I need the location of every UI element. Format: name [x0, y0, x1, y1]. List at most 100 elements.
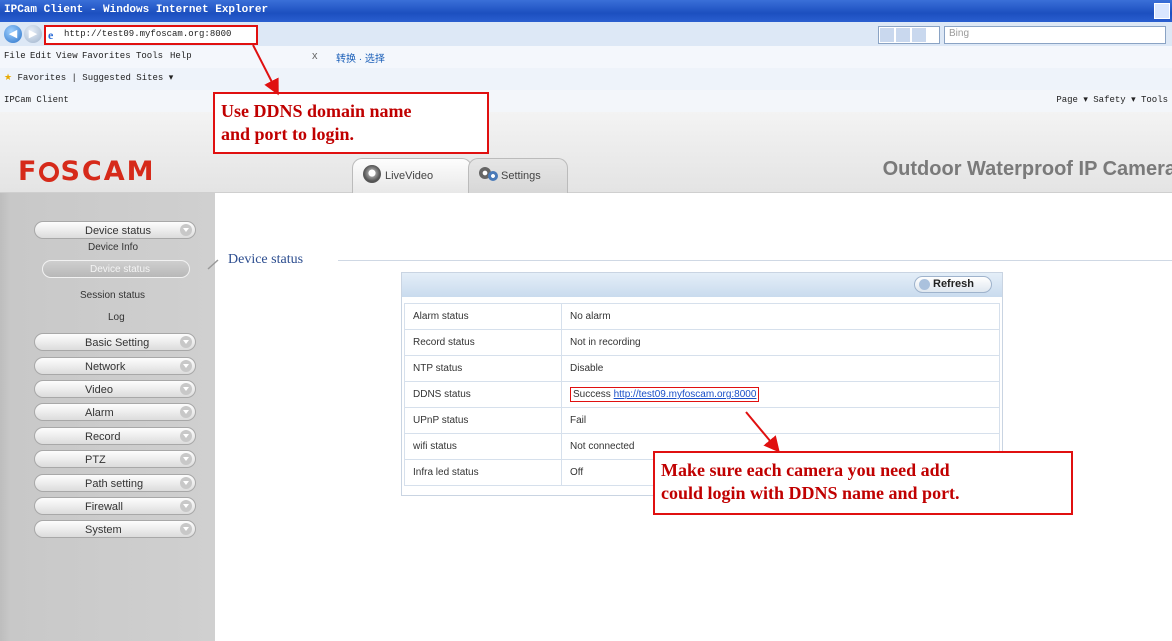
chevron-down-icon [180, 360, 192, 372]
ie-logo-icon: e [48, 28, 54, 42]
foscam-logo: F SCAM [18, 156, 156, 187]
address-input[interactable]: e http://test09.myfoscam.org:8000 [44, 25, 258, 45]
back-arrow-icon[interactable]: ◀ [4, 25, 22, 43]
search-input[interactable]: Bing [944, 26, 1166, 44]
tab-livevideo[interactable]: LiveVideo [352, 158, 472, 193]
sidebar-group-label: Basic Setting [85, 337, 150, 349]
refresh-label: Refresh [933, 278, 974, 290]
chevron-down-icon [180, 224, 192, 236]
sidebar-group-label: Firewall [85, 501, 123, 513]
sidebar-group-video[interactable]: Video [34, 380, 196, 398]
window-title: IPCam Client - Windows Internet Explorer [4, 4, 269, 16]
ddns-highlight: Success http://test09.myfoscam.org:8000 [570, 387, 760, 402]
status-value: Disable [561, 355, 1000, 382]
toolbar-close-icon[interactable]: x [312, 50, 318, 62]
chevron-down-icon [180, 336, 192, 348]
menu-edit[interactable]: Edit [30, 51, 52, 61]
sidebar-group-ptz[interactable]: PTZ [34, 450, 196, 468]
callout-line: and port to login. [221, 123, 355, 144]
sidebar-group-label: PTZ [85, 454, 106, 466]
window-close-icon[interactable] [1154, 3, 1170, 19]
sidebar-group-label: Video [85, 384, 113, 396]
status-key: wifi status [404, 433, 562, 460]
table-row: DDNS status Success http://test09.myfosc… [404, 381, 1000, 408]
sidebar-group-label: Device status [85, 225, 152, 237]
status-value: Fail [561, 407, 1000, 434]
tab-settings[interactable]: Settings [468, 158, 568, 193]
chevron-down-icon [180, 383, 192, 395]
sidebar-group-label: System [85, 524, 122, 536]
panel-toolbar: Refresh [402, 273, 1002, 297]
menu-tools[interactable]: Tools [136, 51, 163, 61]
refresh-button[interactable]: Refresh [914, 276, 992, 293]
menu-file[interactable]: File [4, 51, 26, 61]
sidebar-item-device-info[interactable]: Device Info [88, 242, 138, 253]
callout-line: Use DDNS domain name [221, 101, 412, 121]
translate-toolbar[interactable]: 转换 · 选择 [336, 50, 385, 65]
go-arrow-icon[interactable] [912, 28, 926, 42]
sidebar-group-basic-setting[interactable]: Basic Setting [34, 333, 196, 351]
chevron-down-icon [180, 523, 192, 535]
active-pointer-icon [207, 259, 219, 270]
forward-arrow-icon[interactable]: ▶ [24, 25, 42, 43]
sidebar-group-device-status[interactable]: Device status [34, 221, 196, 239]
search-placeholder: Bing [949, 28, 970, 39]
address-buttons [878, 26, 940, 44]
status-key: Record status [404, 329, 562, 356]
webcam-icon [363, 165, 381, 183]
star-icon: ★ [4, 73, 13, 83]
chevron-down-icon [180, 477, 192, 489]
menu-help[interactable]: Help [170, 51, 192, 61]
sidebar-group-path-setting[interactable]: Path setting [34, 474, 196, 492]
callout-line: Make sure each camera you need add [661, 460, 950, 480]
status-value: Not in recording [561, 329, 1000, 356]
sidebar-group-label: Network [85, 361, 126, 373]
sidebar-group-record[interactable]: Record [34, 427, 196, 445]
sidebar-group-label: Path setting [85, 478, 144, 490]
address-url[interactable]: http://test09.myfoscam.org:8000 [64, 29, 231, 39]
browser-tab[interactable]: IPCam Client [4, 95, 69, 105]
ddns-link[interactable]: http://test09.myfoscam.org:8000 [614, 389, 757, 400]
chevron-down-icon [180, 453, 192, 465]
sidebar-group-label: Alarm [85, 407, 114, 419]
menu-favorites[interactable]: Favorites [82, 51, 131, 61]
callout-line: could login with DDNS name and port. [661, 482, 960, 503]
sidebar-group-alarm[interactable]: Alarm [34, 403, 196, 421]
section-divider [338, 260, 1172, 261]
status-key: Alarm status [404, 303, 562, 330]
refresh-icon [919, 279, 930, 290]
compat-view-icon[interactable] [896, 28, 910, 42]
suggested-sites: Suggested Sites ▾ [82, 73, 174, 83]
product-title: Outdoor Waterproof IP Camera [882, 158, 1172, 180]
status-key: DDNS status [404, 381, 562, 408]
sidebar-item-device-status[interactable]: Device status [42, 260, 190, 278]
sidebar-group-system[interactable]: System [34, 520, 196, 538]
ddns-status-text: Success [573, 389, 611, 400]
table-row: NTP status Disable [404, 355, 1000, 382]
chevron-down-icon [180, 430, 192, 442]
tab-settings-label: Settings [501, 170, 541, 182]
annotation-callout-login: Use DDNS domain name and port to login. [213, 92, 489, 154]
sidebar-item-session-status[interactable]: Session status [80, 290, 145, 301]
address-bar-row: ◀ ▶ e http://test09.myfoscam.org:8000 Bi… [0, 22, 1172, 47]
sidebar-group-firewall[interactable]: Firewall [34, 497, 196, 515]
status-key: UPnP status [404, 407, 562, 434]
status-key: Infra led status [404, 459, 562, 486]
sidebar-group-network[interactable]: Network [34, 357, 196, 375]
table-row: Record status Not in recording [404, 329, 1000, 356]
status-value: Success http://test09.myfoscam.org:8000 [561, 381, 1000, 408]
sidebar-item-log[interactable]: Log [108, 312, 125, 323]
sidebar-item-label: Device status [90, 264, 151, 275]
sidebar-group-label: Record [85, 431, 121, 443]
dropdown-icon[interactable] [880, 28, 894, 42]
app-header: F SCAM LiveVideo Settings Outdoor Waterpr… [0, 112, 1172, 193]
command-bar[interactable]: Page ▾ Safety ▾ Tools [1056, 95, 1168, 105]
table-row: UPnP status Fail [404, 407, 1000, 434]
table-row: Alarm status No alarm [404, 303, 1000, 330]
menu-view[interactable]: View [56, 51, 78, 61]
favorites-item[interactable]: ★ Favorites | Suggested Sites ▾ [4, 73, 173, 83]
annotation-callout-ddns: Make sure each camera you need add could… [653, 451, 1073, 515]
gears-icon [479, 165, 498, 183]
chevron-down-icon [180, 500, 192, 512]
favorites-bar: ★ Favorites | Suggested Sites ▾ [0, 68, 1172, 91]
